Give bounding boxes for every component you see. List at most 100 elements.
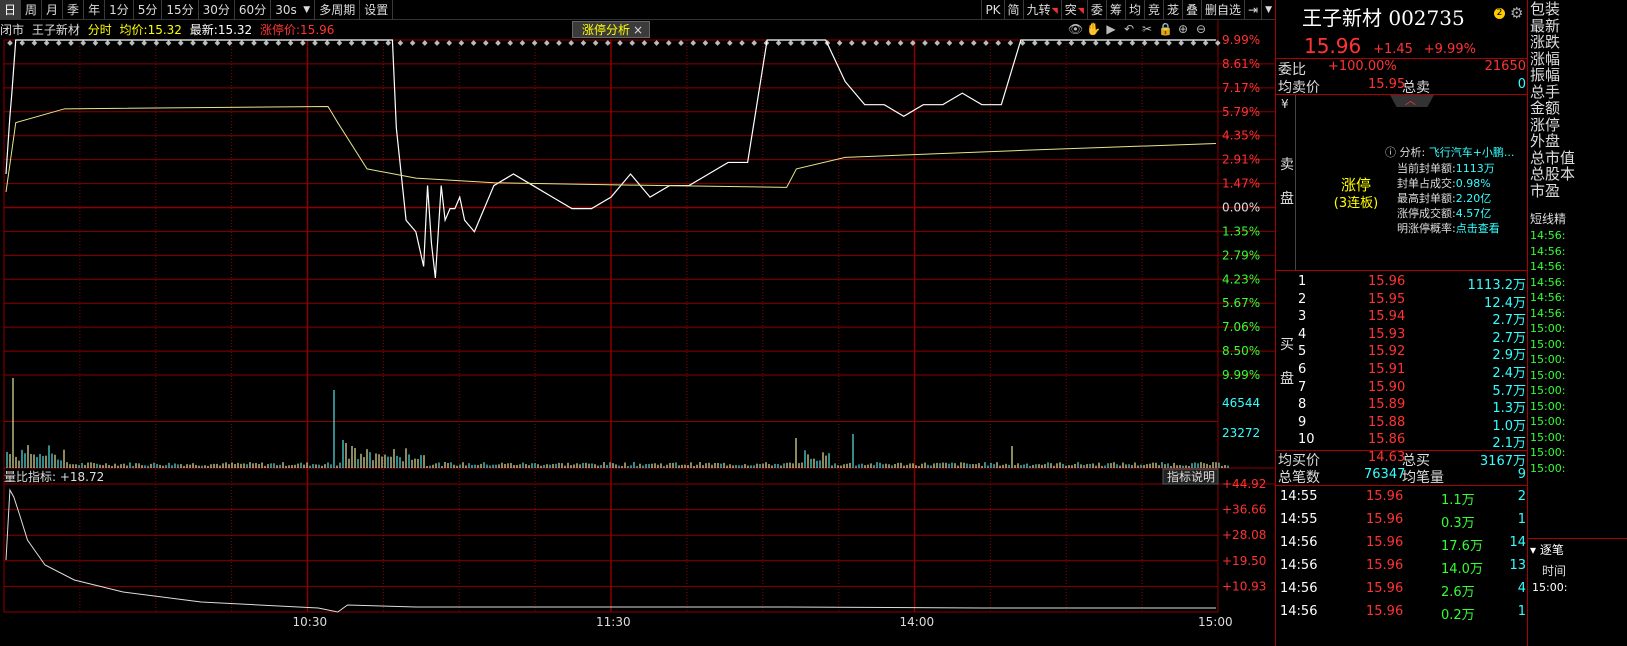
analysis-key: 涨停成交额: [1397,207,1456,220]
event-marker-icon [507,40,514,46]
level-number: 10 [1298,432,1315,448]
event-marker-icon [897,40,904,46]
event-marker-icon [153,40,160,46]
tick-time: 14:56 [1280,581,1318,596]
indicator-axis-label: +10.93 [1222,579,1266,593]
analysis-val: 4.57亿 [1455,207,1492,220]
event-marker-icon [885,40,892,46]
divider [1276,270,1528,271]
event-marker-icon [1153,40,1160,46]
event-marker-icon [324,40,331,46]
event-marker-icon [568,40,575,46]
level-number: 1 [1298,274,1307,289]
level-price: 15.95 [1368,291,1406,307]
extra-label-0: 包装 [1530,0,1561,18]
weibi-row: 委比 +100.00% 21650 [1276,59,1528,78]
event-marker-icon [226,40,233,46]
event-marker-icon [1031,40,1038,46]
event-marker-icon [43,40,50,46]
tick-time: 14:55 [1280,512,1318,527]
tick-count: 1 [1517,512,1526,527]
help-icon[interactable]: 2 [1494,8,1505,19]
analysis-val[interactable]: 点击查看 [1456,222,1500,235]
short-line-time: 15:00: [1530,337,1566,351]
level-volume: 2.4万 [1492,366,1526,381]
level-number: 4 [1298,326,1307,342]
indicator-axis-label: +44.92 [1222,477,1266,491]
event-marker-icon [55,40,62,46]
analysis-row-0: 当前封单额:1113万 [1397,160,1495,176]
event-marker-icon [653,40,660,46]
analysis-val: 2.20亿 [1455,192,1492,205]
event-marker-icon [1190,40,1197,46]
event-marker-icon [1080,40,1087,46]
price-axis-label: 8.50% [1222,344,1260,358]
time-axis-label: 11:30 [596,615,631,629]
tick-time: 14:56 [1280,604,1318,619]
total-deals-value: 76347 [1364,467,1406,482]
analysis-row-3: 涨停成交额:4.57亿 [1397,205,1491,221]
total-deals-label: 总笔数 [1278,470,1320,486]
analysis-val: 0.98% [1455,177,1491,190]
order-row: 6 15.91 2.4万 [1276,362,1528,381]
event-marker-icon [1056,40,1063,46]
event-marker-icon [873,40,880,46]
short-line-time: 15:00: [1530,461,1566,475]
event-marker-icon [848,40,855,46]
gear-icon[interactable]: ⚙ [1510,4,1523,22]
analysis-value[interactable]: 飞行汽车+小鹏... [1429,146,1515,159]
analysis-row-4: 明涨停概率:点击查看 [1397,220,1500,236]
event-marker-icon [421,40,428,46]
price-axis-label: 5.67% [1222,296,1260,310]
event-marker-icon [934,40,941,46]
extra-label-9: 总市值 [1530,148,1576,167]
tick-tab-label: 逐笔 [1539,543,1564,557]
event-marker-icon [958,40,965,46]
event-marker-icon [1044,40,1050,46]
tick-row: 14:55 15.96 0.3万 1 [1276,512,1528,535]
event-marker-icon [787,40,794,46]
weibi-label: 委比 [1278,62,1306,78]
tick-count: 2 [1517,489,1526,504]
event-marker-icon [592,40,599,46]
order-row: 2 15.95 12.4万 [1276,291,1528,311]
order-row: 7 15.90 5.7万 [1276,380,1528,399]
event-marker-icon [812,40,819,46]
price-axis-label: 7.06% [1222,320,1260,334]
event-marker-icon [1178,40,1185,46]
tick-tab[interactable]: ▾ 逐笔 [1530,541,1564,558]
event-marker-icon [922,40,928,46]
level-volume: 5.7万 [1492,383,1526,399]
order-row: 3 15.94 2.7万 [1276,309,1528,328]
price-axis-label: 8.61% [1222,57,1260,71]
avg-sell-value: 15.95 [1368,77,1406,92]
event-marker-icon [629,40,636,46]
event-marker-icon [641,40,648,46]
tick-volume: 2.6万 [1441,585,1475,600]
event-marker-icon [482,40,489,46]
short-line-time: 15:00: [1530,384,1566,397]
event-marker-icon [470,40,477,46]
event-marker-icon [714,40,721,46]
event-marker-icon [165,40,172,46]
event-marker-icon [177,40,184,46]
event-marker-icon [702,40,709,46]
event-marker-icon [1007,40,1014,46]
tick-row: 14:56 15.96 2.6万 4 [1276,581,1528,604]
event-marker-icon [836,40,843,46]
avg-buy-row: 均买价 14.63 总买 3167万 [1276,450,1528,469]
analysis-key: 最高封单额: [1397,192,1456,205]
event-marker-icon [531,40,538,46]
extra-label-11: 市盈 [1530,181,1561,200]
level-price: 15.91 [1368,362,1406,377]
event-marker-icon [995,40,1002,46]
time-axis-label: 14:00 [900,615,935,629]
event-marker-icon [1068,40,1075,46]
event-marker-icon [19,40,26,46]
level-price: 15.92 [1368,344,1406,360]
event-marker-icon [251,40,257,46]
short-line-time: 15:00: [1530,415,1566,428]
event-marker-icon [348,40,355,46]
event-marker-icon [202,40,209,46]
intraday-chart[interactable]: 9.99% 8.61% 7.17% 5.79% 4.35% 2.91% 1.47% 0.00%… [0,0,1275,646]
